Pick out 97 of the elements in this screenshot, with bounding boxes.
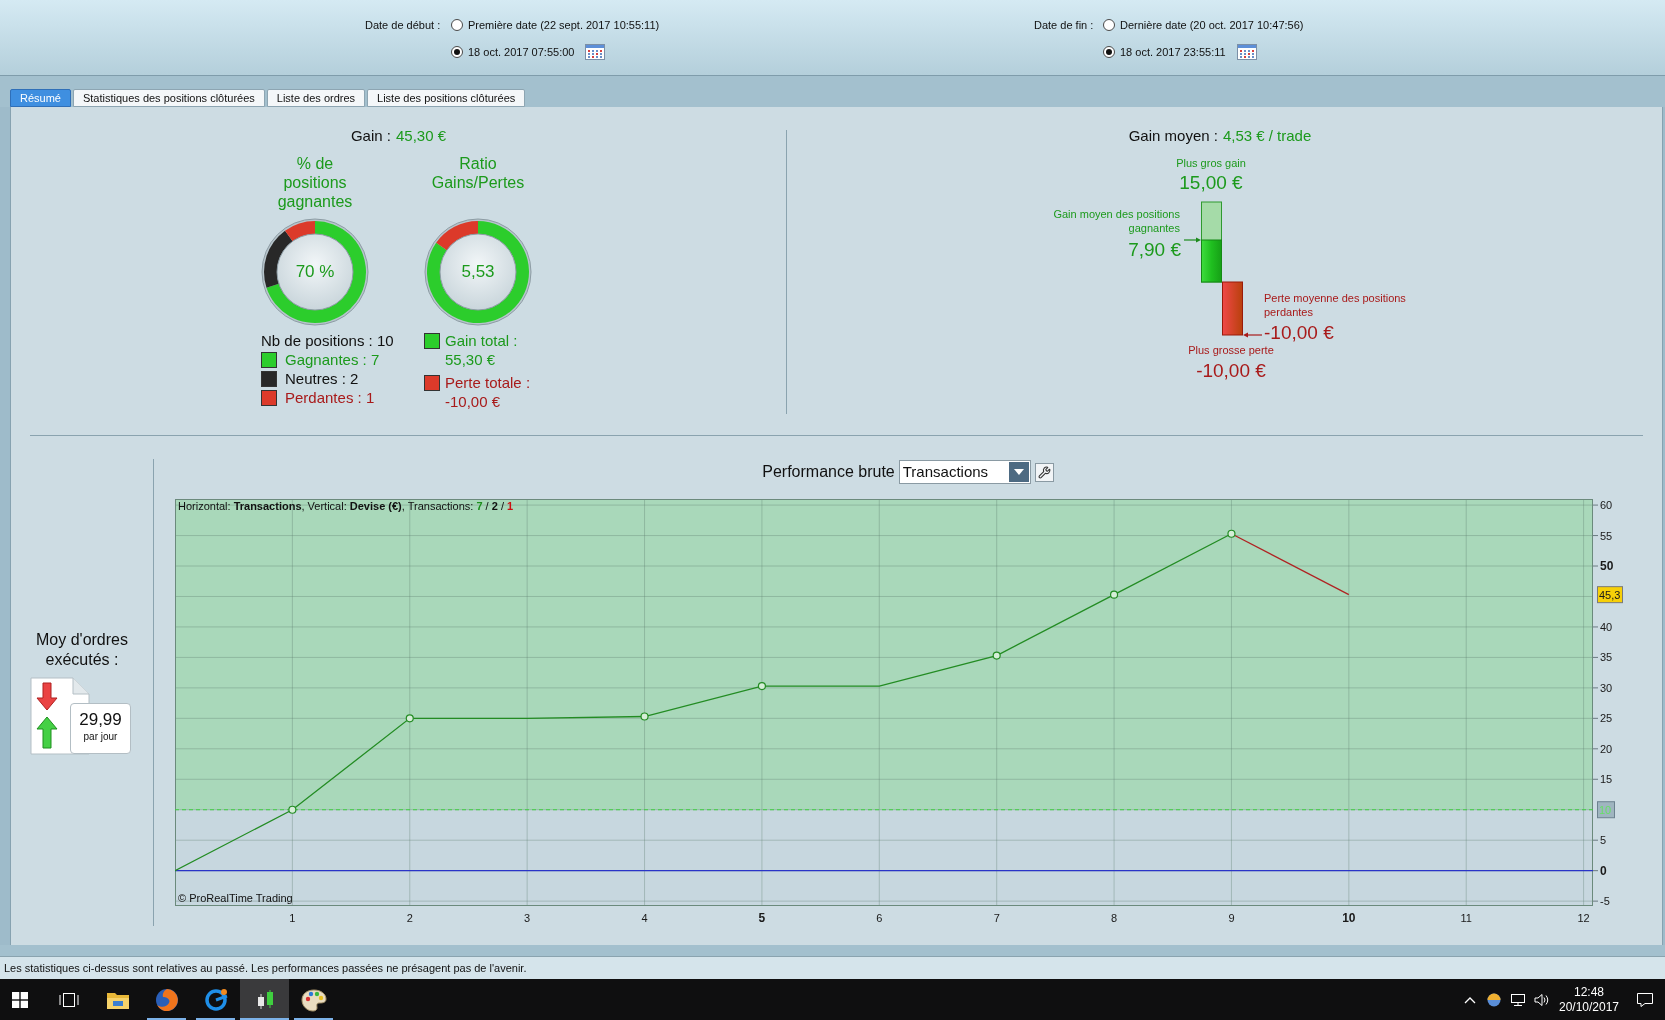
start-icon	[12, 991, 28, 1008]
stat-value: 15,00 €	[1179, 172, 1243, 194]
tick-label: 55	[1600, 529, 1613, 542]
tick-label: 15	[1600, 773, 1613, 786]
stat-value: 7,90 €	[1128, 239, 1181, 261]
legend-label: Perte totale :	[445, 373, 531, 392]
chart-title: Performance brute	[762, 462, 895, 482]
orders-title: Moy d'ordres exécutés :	[35, 630, 129, 670]
chart-credit: © ProRealTime Trading	[178, 892, 293, 905]
data-point	[640, 712, 649, 721]
legend-label: Perdantes : 1	[285, 388, 375, 407]
stat-caption: Plus gros gain	[1176, 156, 1246, 170]
chart-title: Ratio Gains/Pertes	[430, 154, 526, 193]
chart-title: % de positions gagnantes	[276, 154, 354, 211]
average-value: 4,53 € / trade	[1222, 127, 1312, 145]
stat-value: -10,00 €	[1196, 360, 1266, 382]
radio-label: Dernière date (20 oct. 2017 10:47:56)	[1120, 18, 1304, 32]
data-point	[1227, 529, 1236, 538]
tick-label: 25	[1600, 712, 1613, 725]
field-label: Date de fin :	[1034, 18, 1095, 32]
value-badge: 10	[1597, 801, 1615, 819]
tick-label: 11	[1460, 912, 1472, 924]
globe-icon	[154, 987, 179, 1012]
task-view-icon	[58, 991, 79, 1008]
chart-legend: Horizontal: Transactions, Vertical: Devise (€), Transactions: 7 / 2 / 1	[178, 500, 514, 513]
tick-label: 50	[1600, 559, 1614, 573]
dropdown[interactable]: Transactions	[898, 460, 1031, 484]
donut-value: 70 %	[295, 262, 335, 282]
radio-label: 18 oct. 2017 23:55:11	[1120, 45, 1226, 59]
status-text: Les statistiques ci-dessus sont relatives au passé. Les performances passées ne présagent pas de l'avenir.	[4, 961, 527, 975]
tick-label: 4	[641, 912, 648, 924]
tick-label: 5	[1600, 834, 1607, 847]
taskbar-button[interactable]	[240, 979, 289, 1020]
tick-label: 30	[1600, 681, 1613, 694]
caret-down-icon	[1008, 462, 1029, 482]
value-badge: 45,3	[1597, 586, 1623, 604]
volume-icon	[1534, 992, 1550, 1007]
tick-label: 12	[1577, 912, 1590, 924]
radio-button[interactable]	[451, 19, 463, 31]
legend-label: Gagnantes : 7	[285, 350, 380, 369]
arrow-icon	[1243, 332, 1262, 338]
data-point	[405, 714, 414, 723]
wrench-icon	[1037, 465, 1051, 479]
data-point	[288, 805, 297, 814]
tab[interactable]: Liste des positions clôturées	[367, 89, 526, 107]
positions-total: Nb de positions : 10	[261, 331, 395, 350]
tick-label: 7	[993, 912, 1000, 924]
average-label: Gain moyen :	[1128, 127, 1218, 145]
radio-label: Première date (22 sept. 2017 10:55:11)	[468, 18, 660, 32]
orb-icon	[1487, 992, 1501, 1007]
palette-icon	[300, 987, 327, 1012]
tick-label: 1	[289, 912, 296, 924]
calendar-icon[interactable]	[585, 44, 606, 60]
tick-label: 0	[1600, 863, 1607, 878]
donut-value: 5,53	[461, 262, 495, 282]
legend-label: Gain total :	[445, 331, 518, 350]
orders-value: 29,99	[79, 710, 122, 730]
stat-value: -10,00 €	[1264, 322, 1334, 344]
tick-label: 60	[1600, 499, 1613, 512]
calendar-icon[interactable]	[1236, 44, 1257, 60]
tick-label: 2	[406, 912, 413, 924]
stat-caption: Perte moyenne des positions perdantes	[1264, 291, 1407, 319]
tick-label: 35	[1600, 651, 1613, 664]
chevron-up-icon	[1464, 995, 1476, 1004]
radio-button[interactable]	[1103, 19, 1115, 31]
radio-button[interactable]	[451, 46, 463, 58]
gain-label: Gain :	[350, 127, 391, 145]
radio-button[interactable]	[1103, 46, 1115, 58]
tick-label: -5	[1600, 895, 1610, 908]
field-label: Date de début :	[365, 18, 442, 32]
data-point	[1109, 590, 1119, 599]
tick-label: 3	[524, 912, 531, 924]
network-icon	[1510, 992, 1526, 1007]
tick-label: 8	[1111, 912, 1118, 924]
legend-label: Neutres : 2	[285, 369, 359, 388]
radio-label: 18 oct. 2017 07:55:00	[468, 45, 575, 59]
stat-caption: Gain moyen des positions gagnantes	[1052, 207, 1180, 235]
tab[interactable]: Liste des ordres	[266, 89, 366, 107]
tick-label: 9	[1228, 912, 1235, 924]
tick-label: 20	[1600, 742, 1613, 755]
legend-value: -10,00 €	[445, 392, 502, 411]
tick-label: 5	[758, 911, 766, 925]
data-point	[757, 681, 766, 691]
orders-unit: par jour	[83, 730, 118, 743]
tick-label: 40	[1600, 620, 1613, 633]
clock-date: 20/10/2017	[1558, 999, 1620, 1015]
legend-value: 55,30 €	[445, 350, 497, 369]
tab[interactable]: Statistiques des positions clôturées	[72, 89, 265, 107]
stat-caption: Plus grosse perte	[1188, 343, 1274, 357]
gain-value: 45,30 €	[396, 127, 447, 145]
notification-icon	[1635, 991, 1654, 1008]
tick-label: 6	[876, 912, 883, 924]
settings-button[interactable]	[1034, 462, 1054, 482]
clock-time: 12:48	[1574, 984, 1604, 1000]
tick-label: 10	[1342, 911, 1356, 925]
arrow-icon	[1184, 237, 1201, 243]
data-point	[992, 651, 1001, 660]
